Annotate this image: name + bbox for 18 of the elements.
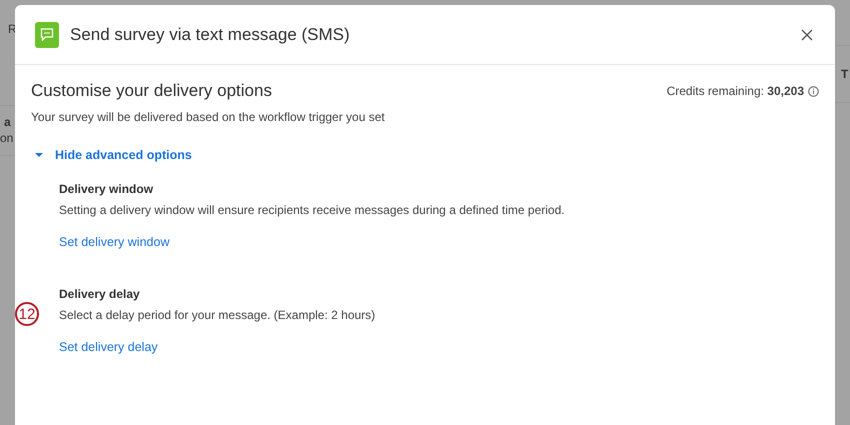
section-heading: Customise your delivery options <box>31 81 272 101</box>
credits-remaining: Credits remaining: 30,203 <box>666 84 804 98</box>
background-text: a <box>4 115 11 129</box>
option-link[interactable]: Set delivery window <box>59 235 170 249</box>
info-icon <box>808 86 819 96</box>
advanced-options-toggle[interactable]: Hide advanced options <box>31 148 192 162</box>
background-text: on <box>0 131 14 145</box>
option-title: Delivery window <box>59 182 154 196</box>
option-link[interactable]: Set delivery delay <box>59 340 158 354</box>
option-title: Delivery delay <box>59 287 141 301</box>
caret-icon <box>35 151 43 159</box>
subtitle-text: Your survey will be delivered based on the workflow trigger you set <box>31 110 386 124</box>
option-description: Setting a delivery window will ensure recipients receive messages during a defined time period. <box>59 203 566 217</box>
option-description: Select a delay period for your message. (Example: 2 hours) <box>59 308 376 322</box>
dialog-title: Send survey via text message (SMS) <box>70 24 351 44</box>
close-button[interactable] <box>799 26 815 42</box>
chat-bubble-icon <box>35 22 59 48</box>
background-text: T <box>841 67 848 81</box>
